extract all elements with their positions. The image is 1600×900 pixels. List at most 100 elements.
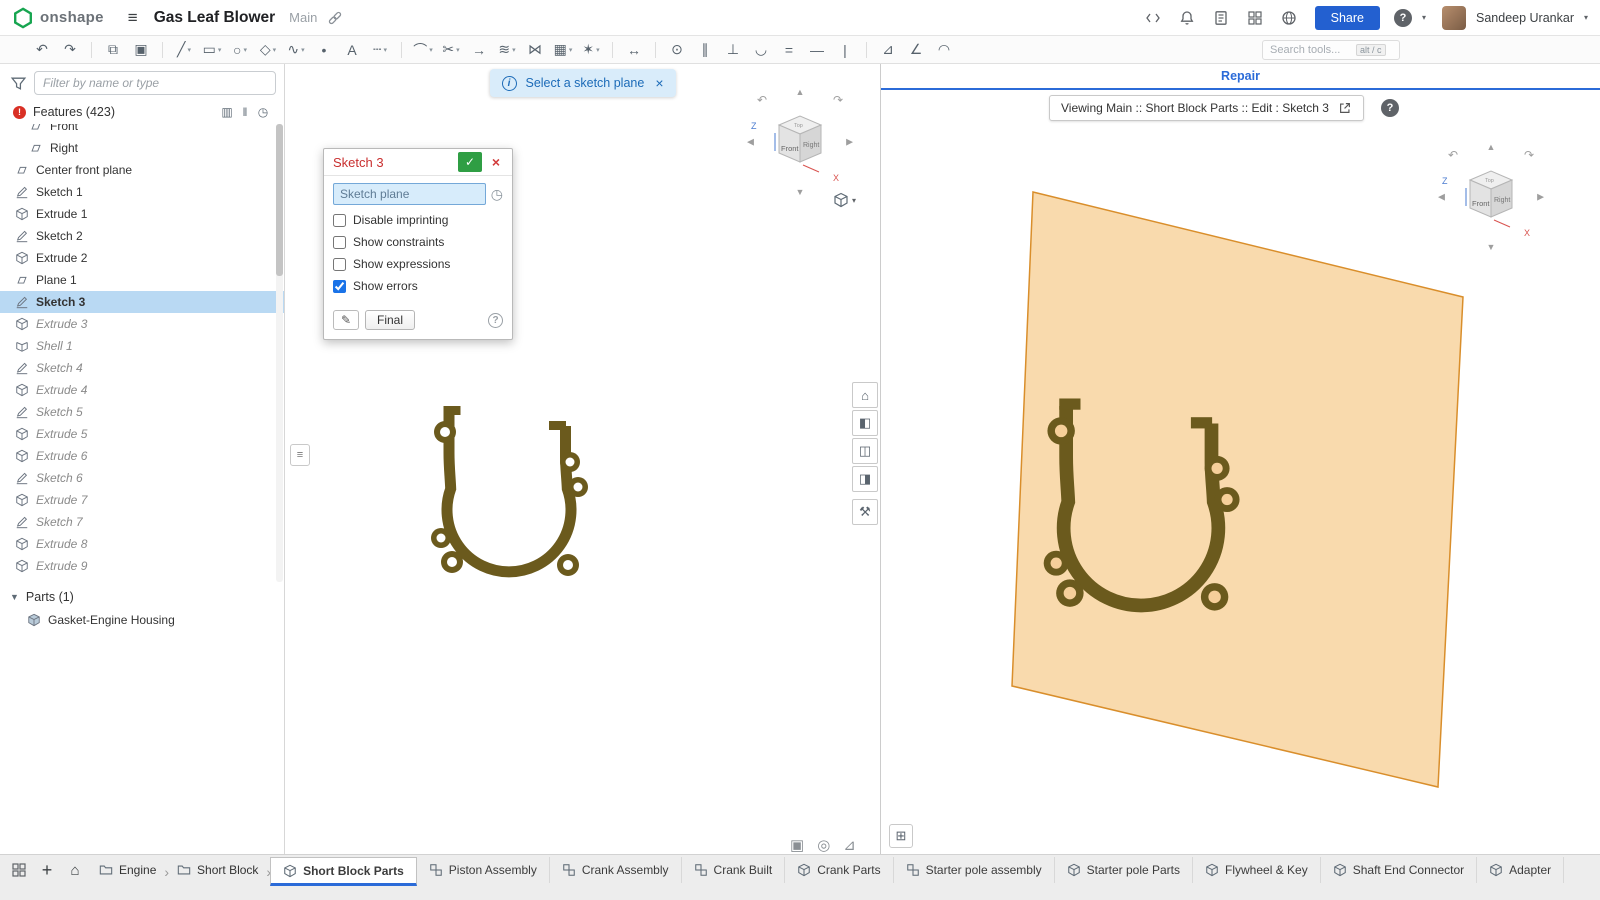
tangent-icon[interactable]: ◡ (747, 38, 775, 62)
document-tab-short-block-parts[interactable]: Short Block Parts (270, 857, 417, 886)
checkbox-disable-imprinting[interactable] (333, 214, 346, 227)
option-show-constraints[interactable]: Show constraints (333, 235, 503, 249)
chevron-down-icon[interactable]: ▾ (187, 46, 191, 54)
document-tab-flywheel-key[interactable]: Flywheel & Key (1193, 857, 1321, 883)
feature-item-extrude-9[interactable]: Extrude 9 (0, 555, 284, 577)
chevron-down-icon[interactable]: ▾ (301, 46, 305, 54)
option-show-errors[interactable]: Show errors (333, 279, 503, 293)
learning-center-icon[interactable] (1209, 6, 1233, 30)
chevron-down-icon[interactable]: ▾ (569, 46, 573, 54)
camera-icon[interactable]: ▣ (790, 836, 804, 854)
repair-panel[interactable]: Repair Viewing Main :: Short Block Parts… (880, 64, 1600, 854)
help-menu-button[interactable]: ? (1394, 9, 1412, 27)
circular-pattern-icon[interactable]: ✶▾ (577, 38, 605, 62)
accept-button[interactable]: ✓ (458, 152, 482, 172)
polygon-icon[interactable]: ◇▾ (254, 38, 282, 62)
feature-item-extrude-1[interactable]: Extrude 1 (0, 203, 284, 225)
orbit-icon[interactable]: ◎ (817, 836, 830, 854)
suspend-rebuild-icon[interactable]: ‖ (236, 105, 254, 119)
section-view-icon[interactable]: ◧ (852, 410, 878, 436)
offset-icon[interactable]: ≋▾ (493, 38, 521, 62)
feature-item-sketch-1[interactable]: Sketch 1 (0, 181, 284, 203)
feature-item-front[interactable]: Front (0, 124, 284, 137)
circle-icon[interactable]: ○▾ (226, 38, 254, 62)
document-tab-shaft-end-connector[interactable]: Shaft End Connector (1321, 857, 1477, 883)
avatar[interactable] (1442, 6, 1466, 30)
arrow-up-icon[interactable]: ▲ (1487, 142, 1496, 152)
feature-item-right[interactable]: Right (0, 137, 284, 159)
link-icon[interactable] (327, 10, 343, 26)
context-help-icon[interactable]: ? (1381, 99, 1399, 117)
help-community-icon[interactable] (1277, 6, 1301, 30)
user-name[interactable]: Sandeep Urankar (1476, 11, 1574, 25)
scrollbar-thumb[interactable] (276, 124, 283, 276)
feature-item-sketch-6[interactable]: Sketch 6 (0, 467, 284, 489)
view-options-button[interactable]: ▾ (833, 192, 856, 208)
dimension-icon[interactable]: ↔ (620, 38, 648, 62)
feature-item-sketch-4[interactable]: Sketch 4 (0, 357, 284, 379)
checkbox-show-errors[interactable] (333, 280, 346, 293)
feature-tree-handle[interactable]: ≡ (290, 444, 310, 466)
home-icon[interactable]: ⌂ (62, 857, 88, 883)
app-store-icon[interactable] (1243, 6, 1267, 30)
folder-tab-short-block[interactable]: Short Block (168, 857, 267, 883)
chevron-down-icon[interactable]: ▾ (456, 46, 460, 54)
chevron-down-icon[interactable]: ▾ (243, 46, 247, 54)
extend-icon[interactable]: → (465, 38, 493, 62)
feature-item-sketch-3[interactable]: Sketch 3 (0, 291, 284, 313)
onshape-logo-icon[interactable] (12, 7, 34, 29)
folder-tab-engine[interactable]: Engine (90, 857, 165, 883)
view-cube[interactable]: ↶ ↷ ▲ ▼ ◀ ▶ Z X Front Right Top (745, 87, 855, 197)
fillet-icon[interactable]: ⌒▾ (409, 38, 437, 62)
parts-header[interactable]: ▼ Parts (1) (0, 582, 284, 609)
chevron-down-icon[interactable]: ▾ (1584, 13, 1588, 22)
fit-view-icon[interactable]: ⊞ (889, 824, 913, 848)
view-cube[interactable]: ↶ ↷ ▲ ▼ ◀ ▶ Z X Front Right Top (1436, 142, 1546, 252)
tab-manager-icon[interactable] (6, 857, 32, 883)
named-views-icon[interactable]: ◫ (852, 438, 878, 464)
text-icon[interactable]: A (338, 38, 366, 62)
dialog-help-icon[interactable]: ? (488, 313, 503, 328)
feature-item-extrude-4[interactable]: Extrude 4 (0, 379, 284, 401)
parallel-icon[interactable]: ∥ (691, 38, 719, 62)
rotate-ccw-icon[interactable]: ↶ (757, 93, 767, 107)
filter-icon[interactable] (10, 75, 27, 92)
document-tab-starter-pole-assembly[interactable]: Starter pole assembly (894, 857, 1055, 883)
arrow-left-icon[interactable]: ◀ (747, 137, 754, 148)
checkbox-show-constraints[interactable] (333, 236, 346, 249)
plane-selection-icon[interactable]: ◷ (491, 186, 503, 203)
document-tab-piston-assembly[interactable]: Piston Assembly (417, 857, 550, 883)
insert-after-icon[interactable]: ▥ (218, 105, 236, 119)
trim-icon[interactable]: ✂▾ (437, 38, 465, 62)
document-tab-starter-pole-parts[interactable]: Starter pole Parts (1055, 857, 1193, 883)
copy-icon[interactable]: ⧉ (99, 38, 127, 62)
view-cube-graphic[interactable]: Front Right Top (765, 109, 835, 175)
arrow-up-icon[interactable]: ▲ (796, 87, 805, 97)
graphics-area[interactable]: i Select a sketch plane × Sketch 3 ✓ × S… (285, 64, 880, 854)
document-tab-crank-built[interactable]: Crank Built (682, 857, 786, 883)
search-tools-input[interactable] (1270, 44, 1356, 56)
repair-tab[interactable]: Repair (881, 64, 1600, 90)
equal-icon[interactable]: = (775, 38, 803, 62)
undo-icon[interactable]: ↶ (28, 38, 56, 62)
chevron-down-icon[interactable]: ▾ (1422, 13, 1426, 22)
feature-item-sketch-7[interactable]: Sketch 7 (0, 511, 284, 533)
history-icon[interactable]: ◷ (254, 105, 272, 119)
search-tools[interactable]: alt / c (1262, 40, 1400, 60)
cancel-button[interactable]: × (484, 152, 508, 172)
coincident-icon[interactable]: ⊙ (663, 38, 691, 62)
checkbox-show-expressions[interactable] (333, 258, 346, 271)
sketch-region-icon[interactable]: ✎ (333, 310, 359, 330)
arrow-down-icon[interactable]: ▼ (1487, 242, 1496, 252)
option-disable-imprinting[interactable]: Disable imprinting (333, 213, 503, 227)
view-cube-graphic[interactable]: Front Right Top (1456, 164, 1526, 230)
document-tab-adapter[interactable]: Adapter (1477, 857, 1564, 883)
rotate-cw-icon[interactable]: ↷ (833, 93, 843, 107)
default-view-icon[interactable]: ⌂ (852, 382, 878, 408)
linear-pattern-icon[interactable]: ▦▾ (549, 38, 577, 62)
feature-item-shell-1[interactable]: Shell 1 (0, 335, 284, 357)
units-icon[interactable]: ⊿ (843, 836, 856, 854)
feature-item-extrude-2[interactable]: Extrude 2 (0, 247, 284, 269)
feature-item-extrude-3[interactable]: Extrude 3 (0, 313, 284, 335)
share-button[interactable]: Share (1315, 6, 1380, 30)
